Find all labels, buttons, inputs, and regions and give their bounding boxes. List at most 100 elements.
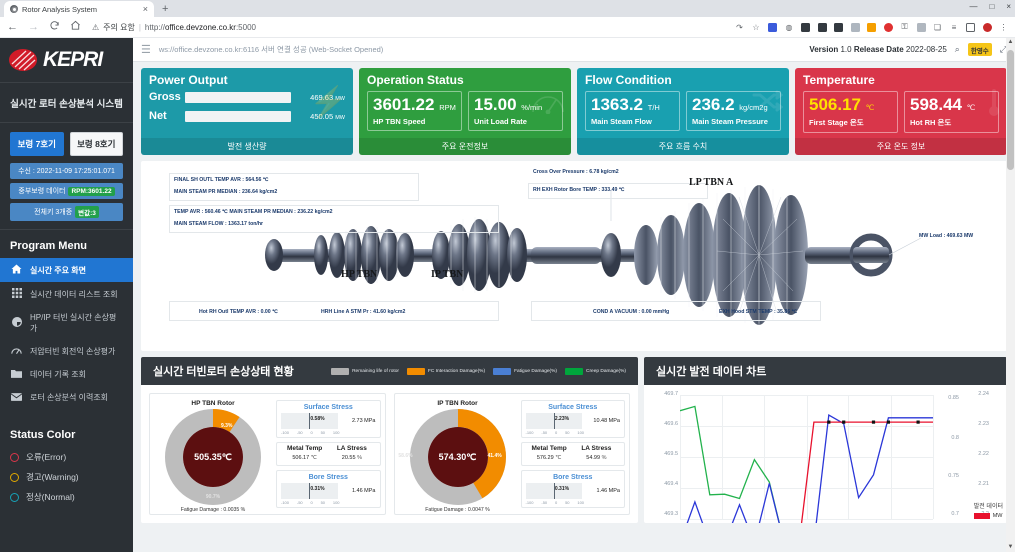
app-topbar: ☰ ws://office.devzone.co.kr:6116 서버 연결 성…: [133, 38, 1015, 62]
diagram-part-ip-tbn: IP TBN: [431, 269, 464, 280]
glasses-icon[interactable]: ◍: [784, 22, 795, 33]
program-menu-heading: Program Menu: [0, 229, 133, 258]
unit-button-8[interactable]: 보령 8호기: [69, 132, 123, 156]
pin-icon[interactable]: ⚿: [899, 22, 910, 33]
status-label: 오류(Error): [26, 452, 67, 462]
legend-fatigue-damage: Fatigue Damage(%): [493, 367, 557, 375]
metric-label: Main Steam Flow: [591, 117, 652, 126]
language-badge[interactable]: 한영수: [967, 43, 992, 56]
kpi-card-operation-status: Operation Status 3601.22 RPM HP TBN Spee…: [359, 68, 571, 155]
back-button[interactable]: ←: [6, 21, 19, 33]
i-dark-icon[interactable]: [800, 22, 811, 33]
window-close-button[interactable]: ×: [1006, 2, 1011, 11]
scroll-up-arrow[interactable]: ▲: [1006, 38, 1015, 47]
y-tick-right1: 0.75: [948, 473, 959, 479]
window-minimize-button[interactable]: —: [969, 2, 977, 11]
i2-dark-icon[interactable]: [833, 22, 844, 33]
rotor-panel-legend: Remaining life of rotor FC Interaction D…: [331, 367, 626, 375]
diagram-part-hp-tbn: HP TBN: [341, 269, 378, 280]
diagram-label-hot-rh-outl-temp: Hot RH Outl TEMP AVR : 0.00 ℃: [199, 309, 278, 315]
page-scrollbar[interactable]: ▲ ▼: [1006, 38, 1015, 552]
status-label: 경고(Warning): [26, 472, 79, 482]
metric-label: Main Steam Pressure: [692, 117, 768, 126]
address-bar[interactable]: ⚠ 주의 요함 | http://office.devzone.co.kr:50…: [90, 20, 726, 35]
legend-label: MW: [992, 513, 1003, 519]
browser-tab[interactable]: Rotor Analysis System ×: [4, 1, 154, 17]
rotor-damage-panel: 실시간 터빈로터 손상상태 현황 Remaining life of rotor…: [141, 357, 638, 523]
y-tick-left: 469.3: [664, 511, 678, 517]
thermometer-icon: [987, 88, 1001, 124]
new-tab-button[interactable]: +: [162, 3, 168, 17]
window-maximize-button[interactable]: □: [989, 2, 994, 11]
reload-icon[interactable]: [48, 20, 61, 34]
diagram-label-mw-load: MW Load : 469.63 MW: [919, 233, 974, 239]
avatar-icon[interactable]: [982, 22, 993, 33]
sidebar-item-label: 실시간 주요 화면: [30, 265, 86, 275]
legend-label: Remaining life of rotor: [352, 368, 399, 374]
playlist-icon[interactable]: ≡: [949, 22, 960, 33]
sidebar-item-data-list[interactable]: 실시간 데이터 리스트 조회: [0, 282, 133, 306]
receive-timestamp-pill: 수신 : 2022-11-09 17:25:01.071: [10, 163, 123, 179]
bookmark-star-icon[interactable]: ☆: [751, 22, 762, 33]
ip-remaining-pct: 58.6%: [398, 453, 413, 459]
hp-metal-temp: Metal Temp 506.17 ℃: [281, 444, 328, 463]
sidebar-item-analysis-history[interactable]: 로터 손상분석 이력조회: [0, 386, 133, 409]
extensions-blue-icon[interactable]: [767, 22, 778, 33]
hp-surface-mini-plot: 0.58%: [281, 413, 338, 429]
data-source-pill: 중부보령 데이터 RPM:3601.22: [10, 183, 123, 199]
hp-metal-la-box: Metal Temp 506.17 ℃ LA Stress 20.55 %: [276, 442, 381, 466]
scrollbar-thumb[interactable]: [1007, 50, 1014, 170]
browser-extension-icons: ↷ ☆ ◍ ⚿ ❏ ≡ ⋮: [734, 22, 1009, 33]
kebab-menu-icon[interactable]: ⋮: [998, 22, 1009, 33]
puzzle-icon[interactable]: ❏: [932, 22, 943, 33]
normal-status-icon: [10, 492, 19, 502]
chart-legend-item-mw: MW: [973, 513, 1003, 519]
sidebar-item-data-records[interactable]: 데이터 기록 조회: [0, 363, 133, 386]
metric-label: Metal Temp: [286, 445, 323, 452]
hp-bore-value: 1.46 MPa: [351, 488, 376, 494]
sidebar-item-main-screen[interactable]: 실시간 주요 화면: [0, 258, 133, 282]
unit-button-7[interactable]: 보령 7호기: [10, 132, 64, 156]
share-icon[interactable]: ↷: [734, 22, 745, 33]
chart-panel-title: 실시간 발전 데이터 차트: [656, 366, 767, 378]
hp-surface-value: 2.73 MPa: [351, 418, 376, 424]
window-icon[interactable]: [916, 22, 927, 33]
ip-metal-temp: Metal Temp 576.29 ℃: [526, 444, 573, 463]
kpi-body: 506.17 ℃ First Stage 온도 598.44 ℃ Hot RH …: [795, 91, 1007, 138]
diagram-label-hrh-line-a-stm: HRH Line A STM Pr : 41.60 kg/cm2: [321, 309, 406, 315]
bar-label: Gross: [149, 91, 181, 103]
brand-logo[interactable]: KEPRI: [0, 38, 133, 83]
diagram-label-rh-exh-bore-temp: RH EXH Rotor Bore TEMP : 333.49 ℃: [533, 187, 625, 193]
s-dark-icon[interactable]: [817, 22, 828, 33]
sidebar-item-lp-turbine-damage[interactable]: 저압터빈 회전익 손상평가: [0, 340, 133, 363]
chart-series-svg: [680, 405, 933, 523]
bottom-panel-row: 실시간 터빈로터 손상상태 현황 Remaining life of rotor…: [133, 351, 1015, 523]
ip-damage-pct: 41.4%: [487, 453, 502, 459]
application-root: KEPRI 실시간 로터 손상분석 시스템 보령 7호기 보령 8호기 수신 :…: [0, 38, 1015, 552]
image-icon[interactable]: [850, 22, 861, 33]
hp-bore-plot-pct: 0.31%: [310, 486, 325, 492]
stress-title: Surface Stress: [548, 404, 598, 411]
orange-box-icon[interactable]: [866, 22, 877, 33]
block-red-icon[interactable]: [883, 22, 894, 33]
gross-progress-bar: [185, 91, 291, 103]
search-icon[interactable]: ⌕: [955, 44, 960, 55]
tab-close-icon[interactable]: ×: [143, 4, 148, 14]
legend-label: FC Interaction Damage(%): [428, 368, 486, 374]
ip-bore-stress-box: Bore Stress 0.31% 1.46 MPa -100 -50 0 50…: [520, 470, 625, 508]
ip-surface-axis: -100 -50 0 50 100: [525, 430, 585, 435]
metric-value: 506.17 ℃: [809, 95, 875, 114]
legend-swatch: [493, 367, 512, 375]
chart-panel-header: 실시간 발전 데이터 차트: [644, 357, 1007, 385]
key-count-label: 전체키 3개중: [34, 209, 73, 216]
ip-surface-plot-pct: 2.23%: [554, 416, 570, 422]
sidebar-item-hp-ip-damage[interactable]: HP/IP 터빈 실시간 손상평가: [0, 306, 133, 340]
ip-bore-mini-plot: 0.31%: [525, 483, 582, 499]
hamburger-menu-icon[interactable]: ☰: [141, 43, 151, 56]
square-icon[interactable]: [965, 22, 976, 33]
ip-bore-axis: -100 -50 0 50 100: [525, 500, 585, 505]
scroll-down-arrow[interactable]: ▼: [1006, 543, 1015, 552]
y-tick-left: 469.7: [664, 391, 678, 397]
home-icon[interactable]: [69, 20, 82, 34]
forward-button[interactable]: →: [27, 21, 40, 33]
